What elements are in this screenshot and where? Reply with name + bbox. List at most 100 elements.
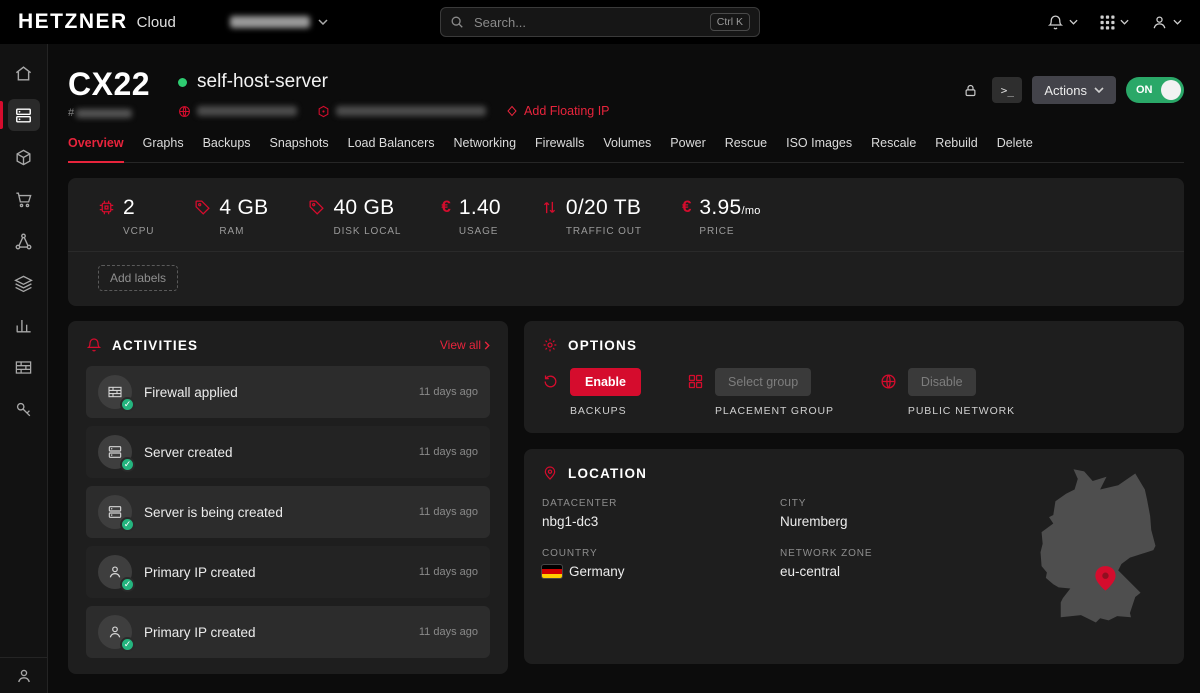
ipv4-address <box>178 105 297 118</box>
stat-value: 2 <box>123 196 154 219</box>
option-public-network: Disable PUBLIC NETWORK <box>880 368 1015 417</box>
sidebar-item-marketplace[interactable] <box>0 178 48 220</box>
option-backups: Enable BACKUPS <box>542 368 641 417</box>
firewall-icon <box>8 351 40 383</box>
stat-value: 0/20 TB <box>566 196 642 219</box>
placement-group-label: PLACEMENT GROUP <box>715 405 834 417</box>
tab-rebuild[interactable]: Rebuild <box>935 136 977 162</box>
location-field-city: CITY Nuremberg <box>780 498 1020 529</box>
tab-overview[interactable]: Overview <box>68 136 124 163</box>
search-shortcut: Ctrl K <box>710 13 750 31</box>
bar-chart-icon <box>8 309 40 341</box>
user-icon <box>1151 14 1168 31</box>
tab-snapshots[interactable]: Snapshots <box>270 136 329 162</box>
project-selector[interactable] <box>230 16 328 28</box>
apps-grid-icon <box>1100 15 1115 30</box>
field-value: Germany <box>569 564 625 579</box>
sidebar-item-firewalls[interactable] <box>0 346 48 388</box>
stat-value: 4 GB <box>219 196 268 219</box>
tab-networking[interactable]: Networking <box>454 136 517 162</box>
main-content: CX22 # self-host-server <box>48 44 1200 693</box>
tab-rescale[interactable]: Rescale <box>871 136 916 162</box>
search-bar[interactable]: Ctrl K <box>440 7 760 37</box>
power-state-label: ON <box>1136 84 1153 96</box>
activity-time: 11 days ago <box>419 506 478 518</box>
floating-ip-icon <box>506 105 518 117</box>
add-floating-ip-link[interactable]: Add Floating IP <box>506 104 609 118</box>
stat-label: DISK LOCAL <box>333 226 401 237</box>
germany-map <box>1034 465 1162 630</box>
activity-label: Primary IP created <box>144 565 256 580</box>
activity-row: ✓ Server created 11 days ago <box>86 426 490 478</box>
add-floating-ip-label: Add Floating IP <box>524 104 609 118</box>
apps-button[interactable] <box>1100 15 1129 30</box>
euro-icon: € <box>682 197 691 237</box>
activity-row: ✓ Primary IP created 11 days ago <box>86 606 490 658</box>
traffic-arrows-icon <box>541 199 558 237</box>
sidebar-item-metrics[interactable] <box>0 304 48 346</box>
disable-public-network-button[interactable]: Disable <box>908 368 976 396</box>
add-labels-button[interactable]: Add labels <box>98 265 178 291</box>
options-title: OPTIONS <box>568 338 637 353</box>
sidebar-item-home[interactable] <box>0 52 48 94</box>
sidebar-item-support[interactable] <box>0 657 48 693</box>
ipv6-address <box>317 105 486 118</box>
options-gear-icon <box>542 337 558 353</box>
stat-value: 40 GB <box>333 196 401 219</box>
tab-rescue[interactable]: Rescue <box>725 136 767 162</box>
labels-section: Add labels <box>68 251 1184 306</box>
server-icon <box>8 99 40 131</box>
support-person-icon <box>15 667 33 685</box>
enable-backups-button[interactable]: Enable <box>570 368 641 396</box>
sidebar-item-load-balancers[interactable] <box>0 262 48 304</box>
actions-label: Actions <box>1044 83 1087 98</box>
search-input[interactable] <box>472 14 702 31</box>
location-card: LOCATION DATACENTER nbg1-dc3 CITY Nuremb… <box>524 449 1184 664</box>
select-group-button[interactable]: Select group <box>715 368 811 396</box>
cloud-label: Cloud <box>137 14 176 31</box>
key-icon <box>8 393 40 425</box>
stat-vcpu: 2VCPU <box>98 196 154 237</box>
map-pin-icon <box>542 465 558 481</box>
server-name: self-host-server <box>197 71 328 93</box>
search-icon <box>450 15 464 29</box>
tab-backups[interactable]: Backups <box>203 136 251 162</box>
check-badge-icon: ✓ <box>120 637 135 652</box>
stat-suffix: /mo <box>741 205 760 217</box>
chevron-down-icon <box>1094 87 1104 93</box>
public-network-label: PUBLIC NETWORK <box>908 405 1015 417</box>
tab-firewalls[interactable]: Firewalls <box>535 136 584 162</box>
activity-label: Firewall applied <box>144 385 238 400</box>
tab-volumes[interactable]: Volumes <box>603 136 651 162</box>
sidebar-item-servers[interactable] <box>0 94 48 136</box>
activity-time: 11 days ago <box>419 446 478 458</box>
account-button[interactable] <box>1151 14 1182 31</box>
firewall-icon: ✓ <box>98 375 132 409</box>
view-all-link[interactable]: View all <box>440 338 490 352</box>
chevron-down-icon <box>318 19 328 25</box>
location-field-country: COUNTRY Germany <box>542 548 780 579</box>
cpu-icon <box>98 199 115 237</box>
topbar: HETZNER Cloud Ctrl K <box>0 0 1200 44</box>
console-button[interactable]: >_ <box>992 77 1022 103</box>
tab-load-balancers[interactable]: Load Balancers <box>348 136 435 162</box>
tab-graphs[interactable]: Graphs <box>143 136 184 162</box>
sidebar-item-security[interactable] <box>0 388 48 430</box>
primary-ip-icon: ✓ <box>98 615 132 649</box>
power-toggle[interactable]: ON <box>1126 77 1184 103</box>
tab-power[interactable]: Power <box>670 136 705 162</box>
check-badge-icon: ✓ <box>120 397 135 412</box>
server-header: CX22 # self-host-server <box>68 68 1184 119</box>
notifications-button[interactable] <box>1047 14 1078 31</box>
tab-delete[interactable]: Delete <box>997 136 1033 162</box>
sidebar-item-volumes[interactable] <box>0 136 48 178</box>
tab-iso-images[interactable]: ISO Images <box>786 136 852 162</box>
bell-icon <box>1047 14 1064 31</box>
activity-time: 11 days ago <box>419 566 478 578</box>
sidebar-item-networks[interactable] <box>0 220 48 262</box>
stat-price: € 3.95/mo PRICE <box>682 196 761 237</box>
stat-disk: 40 GB DISK LOCAL <box>308 196 401 237</box>
lock-icon[interactable] <box>959 79 982 102</box>
actions-button[interactable]: Actions <box>1032 76 1116 104</box>
chevron-down-icon <box>1173 19 1182 25</box>
